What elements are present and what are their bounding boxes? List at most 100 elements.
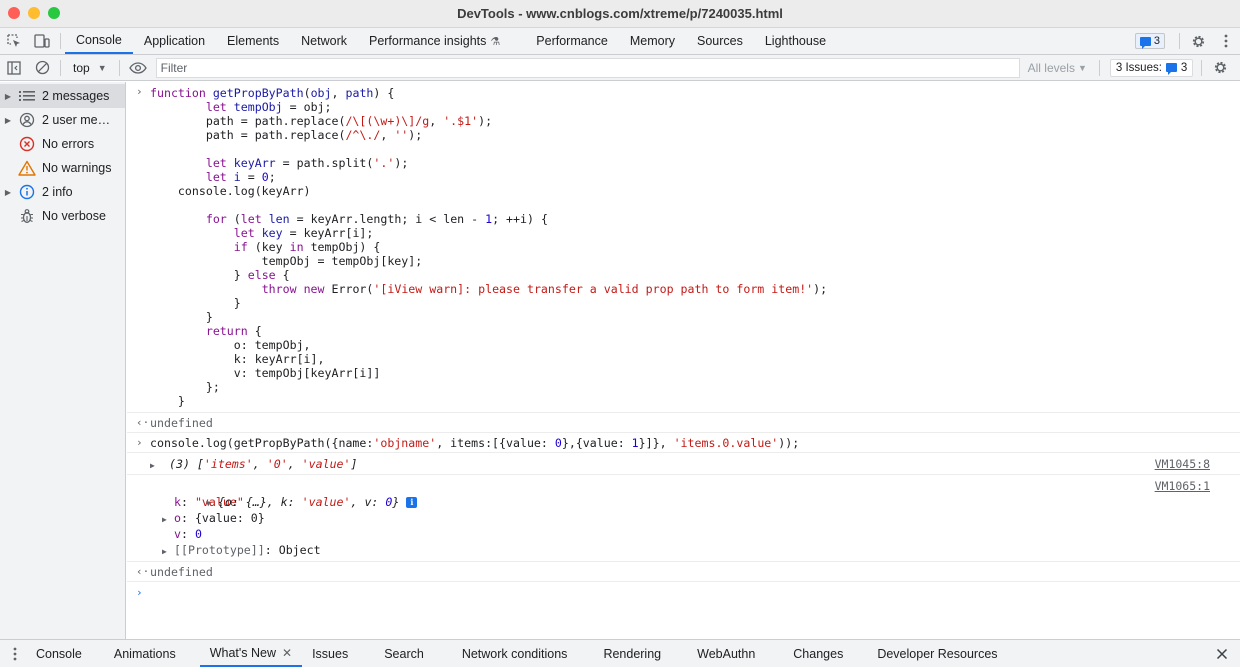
expand-arrow-icon[interactable]: ▶ <box>0 116 16 125</box>
source-link[interactable]: VM1065:1 <box>1155 478 1210 494</box>
sidebar-item-label: No errors <box>42 137 95 151</box>
drawer-tab-rendering[interactable]: Rendering <box>593 641 671 667</box>
tab-application[interactable]: Application <box>133 28 216 54</box>
list-icon <box>16 88 38 104</box>
tab-elements[interactable]: Elements <box>216 28 290 54</box>
sidebar-item-label: 2 messages <box>42 89 110 103</box>
console-prompt[interactable]: › <box>127 582 1240 604</box>
issues-badge-count: 3 <box>1153 35 1160 47</box>
input-prompt-chevron-icon: › <box>136 436 143 449</box>
code-line: let keyArr = path.split('.'); <box>205 156 409 170</box>
tab-label: Console <box>36 646 82 661</box>
context-selector[interactable]: top ▼ <box>65 58 115 78</box>
zoom-window-button[interactable] <box>48 7 60 19</box>
object-summary[interactable]: ▼ {o: {…}, k: 'value', v: 0} i VM1065:1 <box>150 478 1240 509</box>
console-toolbar: top ▼ All levels ▼ 3 Issues: 3 <box>0 55 1240 81</box>
inspect-element-icon[interactable] <box>0 28 28 54</box>
dropdown-arrow-icon: ▼ <box>97 62 107 73</box>
issues-button[interactable]: 3 Issues: 3 <box>1109 58 1194 77</box>
drawer-tab-network-conditions[interactable]: Network conditions <box>452 641 578 667</box>
source-link[interactable]: VM1045:8 <box>1155 453 1210 475</box>
tab-network[interactable]: Network <box>290 28 358 54</box>
issues-badge-button[interactable]: 3 <box>1134 33 1165 49</box>
warning-icon <box>16 160 38 176</box>
tab-label: Search <box>384 646 424 661</box>
sidebar-item-errors[interactable]: No errors <box>0 132 125 156</box>
error-icon <box>16 136 38 152</box>
sidebar-item-label: 2 user me… <box>42 113 111 127</box>
expand-arrow-icon[interactable]: ▶ <box>0 188 16 197</box>
property-separator: : <box>264 543 279 557</box>
code-line: console.log(keyArr) <box>150 184 311 198</box>
device-toolbar-icon[interactable] <box>28 28 56 54</box>
sidebar-item-verbose[interactable]: No verbose <box>0 204 125 228</box>
filter-input[interactable] <box>155 57 1020 78</box>
code-line: } <box>150 310 213 324</box>
tab-performance[interactable]: Performance <box>525 28 619 54</box>
tab-lighthouse[interactable]: Lighthouse <box>754 28 837 54</box>
code-line: let tempObj = obj; <box>205 100 332 114</box>
code-line: path = path.replace(/\[(\w+)\]/g, '.$1')… <box>150 114 493 128</box>
drawer-tab-issues[interactable]: Issues <box>302 641 358 667</box>
tab-label: WebAuthn <box>697 646 756 661</box>
drawer-tab-bar: Console Animations What's New ✕ Issues Se… <box>0 639 1240 667</box>
toolbar-divider <box>60 33 61 49</box>
property-key: [[Prototype]] <box>174 543 265 557</box>
drawer-tab-console[interactable]: Console <box>26 641 92 667</box>
issues-count: 3 <box>1180 61 1188 74</box>
collapse-arrow-icon[interactable]: ▼ <box>206 496 218 512</box>
drawer-tab-changes[interactable]: Changes <box>783 641 853 667</box>
drawer-tab-whats-new[interactable]: What's New ✕ <box>199 641 303 667</box>
prompt-chevron-icon: › <box>136 586 143 599</box>
drawer-tab-developer-resources[interactable]: Developer Resources <box>867 641 1007 667</box>
close-tab-icon[interactable]: ✕ <box>282 646 292 660</box>
sidebar-item-warnings[interactable]: No warnings <box>0 156 125 180</box>
toggle-sidebar-icon[interactable] <box>0 56 28 80</box>
tab-label: Network conditions <box>461 646 568 661</box>
object-property[interactable]: ▶ o: {value: 0} <box>150 510 1240 526</box>
settings-gear-icon[interactable] <box>1184 28 1212 54</box>
more-options-icon[interactable] <box>1212 28 1240 54</box>
result-arrow-icon: ‹· <box>136 565 150 578</box>
main-tab-bar: Console Application Elements Network Per… <box>0 28 1240 55</box>
close-window-button[interactable] <box>8 7 20 19</box>
clear-console-icon[interactable] <box>28 56 56 80</box>
minimize-window-button[interactable] <box>28 7 40 19</box>
tab-console[interactable]: Console <box>65 28 133 54</box>
tab-label: Performance <box>536 34 608 48</box>
console-log-entry[interactable]: ▶ (3) ['items', '0', 'value'] VM1045:8 <box>127 453 1240 475</box>
code-line: let key = keyArr[i]; <box>233 226 374 240</box>
sidebar-item-info[interactable]: ▶ 2 info <box>0 180 125 204</box>
console-output[interactable]: › function getPropByPath(obj, path) { le… <box>127 82 1240 639</box>
console-settings-gear-icon[interactable] <box>1206 56 1234 80</box>
expand-arrow-icon[interactable]: ▶ <box>150 455 162 477</box>
code-line: } <box>150 296 241 310</box>
expand-arrow-icon[interactable]: ▶ <box>0 92 16 101</box>
tab-sources[interactable]: Sources <box>686 28 754 54</box>
sidebar-item-messages[interactable]: ▶ 2 messages <box>0 84 125 108</box>
devtools-window: DevTools - www.cnblogs.com/xtreme/p/7240… <box>0 0 1240 667</box>
sidebar-item-user-messages[interactable]: ▶ 2 user me… <box>0 108 125 132</box>
tab-memory[interactable]: Memory <box>619 28 686 54</box>
drawer-tab-animations[interactable]: Animations <box>104 641 186 667</box>
console-log-entry[interactable]: ▼ {o: {…}, k: 'value', v: 0} i VM1065:1 k… <box>127 475 1240 562</box>
window-title: DevTools - www.cnblogs.com/xtreme/p/7240… <box>457 6 783 21</box>
tab-label: Sources <box>697 34 743 48</box>
tab-label: Application <box>143 34 206 48</box>
drawer-tab-webauthn[interactable]: WebAuthn <box>687 641 765 667</box>
tab-performance-insights[interactable]: Performance insights ⚗ <box>358 28 511 54</box>
object-property[interactable]: ▶ [[Prototype]]: Object <box>150 542 1240 558</box>
close-drawer-icon[interactable] <box>1208 641 1236 667</box>
info-badge-icon[interactable]: i <box>406 497 418 508</box>
drawer-tab-search[interactable]: Search <box>374 641 434 667</box>
expand-arrow-icon[interactable]: ▶ <box>162 544 174 560</box>
code-line: function getPropByPath(obj, path) { <box>150 86 395 100</box>
code-line: let i = 0; <box>205 170 276 184</box>
result-arrow-icon: ‹· <box>136 416 150 429</box>
log-levels-dropdown[interactable]: All levels ▼ <box>1020 61 1095 75</box>
tabbar-actions: 3 <box>1134 28 1240 54</box>
code-line: k: keyArr[i], <box>150 352 325 366</box>
live-expression-eye-icon[interactable] <box>124 56 152 80</box>
